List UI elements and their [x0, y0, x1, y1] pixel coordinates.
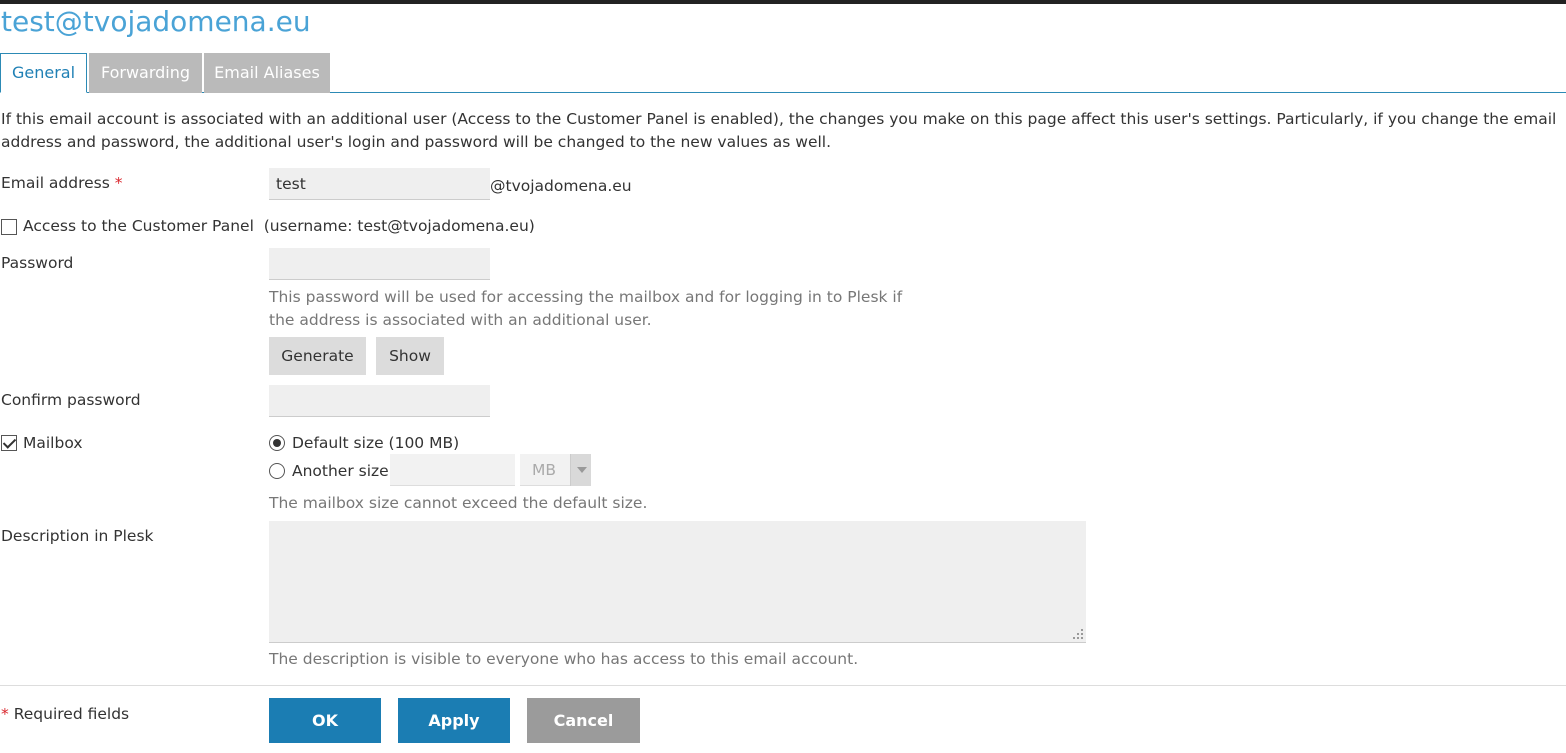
required-fields-note: * Required fields	[1, 704, 129, 724]
mailbox-checkbox[interactable]	[1, 435, 17, 451]
page-title: test@tvojadomena.eu	[1, 5, 311, 38]
password-input[interactable]	[269, 248, 490, 280]
confirm-password-input[interactable]	[269, 385, 490, 417]
email-address-input[interactable]	[269, 168, 490, 200]
description-textarea[interactable]	[269, 521, 1086, 643]
customer-panel-username-note: (username: test@tvojadomena.eu)	[263, 217, 535, 235]
apply-button[interactable]: Apply	[398, 698, 510, 743]
mailbox-size-unit-select[interactable]: MB	[520, 454, 591, 486]
tab-forwarding[interactable]: Forwarding	[89, 53, 202, 93]
tab-bar: General Forwarding Email Aliases	[0, 53, 1566, 93]
required-fields-marker: *	[1, 705, 9, 723]
description-hint: The description is visible to everyone w…	[269, 650, 859, 668]
password-hint-line-1: This password will be used for accessing…	[269, 288, 903, 306]
cancel-button[interactable]: Cancel	[527, 698, 640, 743]
resize-grip-icon[interactable]	[1073, 629, 1083, 639]
password-hint-line-2: the address is associated with an additi…	[269, 311, 652, 329]
required-marker: *	[114, 174, 123, 192]
tab-email-aliases[interactable]: Email Aliases	[204, 53, 330, 93]
password-hint: This password will be used for accessing…	[269, 286, 902, 332]
customer-panel-label[interactable]: Access to the Customer Panel (username: …	[23, 216, 535, 236]
mailbox-size-input[interactable]	[390, 454, 515, 486]
required-fields-text: Required fields	[13, 705, 130, 723]
mailbox-label[interactable]: Mailbox	[23, 433, 83, 453]
email-address-label: Email address *	[1, 173, 123, 193]
chevron-down-icon	[570, 454, 591, 486]
another-size-label[interactable]: Another size	[292, 461, 389, 481]
default-size-label[interactable]: Default size (100 MB)	[292, 433, 459, 453]
generate-password-button[interactable]: Generate	[269, 337, 366, 375]
footer-divider	[0, 685, 1566, 686]
description-label: Description in Plesk	[1, 527, 154, 545]
customer-panel-checkbox[interactable]	[1, 219, 17, 235]
show-password-button[interactable]: Show	[376, 337, 444, 375]
password-label: Password	[1, 254, 74, 272]
confirm-password-label: Confirm password	[1, 391, 141, 409]
mailbox-size-hint: The mailbox size cannot exceed the defau…	[269, 494, 648, 512]
default-size-radio[interactable]	[269, 435, 285, 451]
tab-general[interactable]: General	[0, 53, 87, 93]
another-size-radio[interactable]	[269, 463, 285, 479]
intro-text: If this email account is associated with…	[1, 110, 1557, 151]
ok-button[interactable]: OK	[269, 698, 381, 743]
email-address-label-text: Email address	[1, 174, 110, 192]
customer-panel-label-text: Access to the Customer Panel	[23, 217, 254, 235]
email-domain-suffix: @tvojadomena.eu	[490, 177, 632, 195]
mailbox-size-unit-value: MB	[532, 461, 557, 479]
